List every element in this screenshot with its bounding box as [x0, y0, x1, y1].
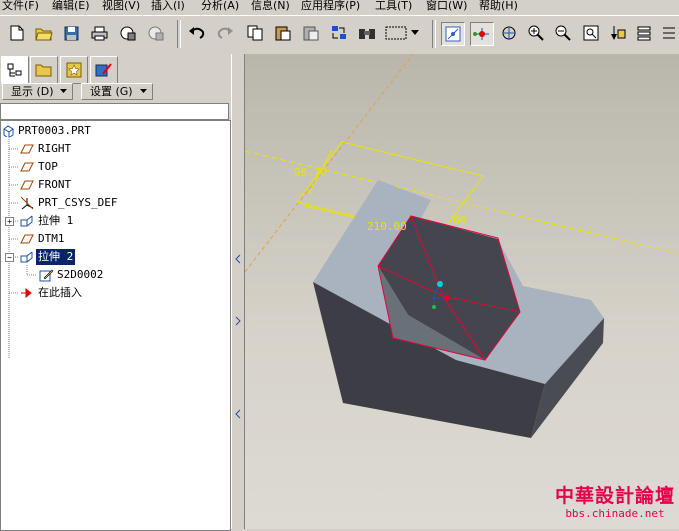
model-graphics: 96.70 210.00 60 — [245, 54, 679, 438]
datum-display-icon[interactable] — [470, 22, 494, 46]
new-icon[interactable] — [6, 22, 28, 44]
display-dropdown[interactable]: 显示 (D) — [2, 83, 73, 100]
collapse-icon[interactable]: − — [5, 253, 14, 262]
regenerate-icon[interactable] — [328, 22, 350, 44]
chevron-down-icon — [140, 89, 147, 93]
expand-right-icon[interactable] — [234, 316, 242, 326]
collapse-left-icon[interactable] — [234, 254, 242, 264]
tab-model-tree[interactable] — [1, 56, 29, 84]
datum-plane-icon — [20, 162, 34, 172]
dimension-label-angle[interactable]: 60 — [453, 214, 466, 227]
settings-dropdown[interactable]: 设置 (G) — [81, 83, 153, 100]
select-dropdown-icon[interactable] — [409, 22, 421, 44]
orient-icon[interactable] — [498, 22, 520, 44]
menu-file[interactable]: 文件(F) — [2, 0, 39, 14]
toolbar — [0, 15, 679, 55]
extrude-icon — [20, 251, 33, 263]
spin-center-icon[interactable] — [441, 22, 465, 46]
undo-icon[interactable] — [186, 22, 208, 44]
csys-marker — [437, 281, 443, 287]
menu-help[interactable]: 帮助(H) — [479, 0, 518, 14]
connections-icon — [95, 63, 112, 77]
print-icon[interactable] — [88, 22, 110, 44]
menu-analysis[interactable]: 分析(A) — [201, 0, 239, 14]
zoom-in-icon[interactable] — [525, 22, 547, 44]
model-tree-panel: 显示 (D) 设置 (G) PRT0003.PRT RIGHT TOP FRON… — [0, 54, 231, 531]
paste-special-icon[interactable] — [300, 22, 322, 44]
dimension-label-width[interactable]: 96.70 — [294, 166, 327, 179]
expand-icon[interactable]: + — [5, 217, 14, 226]
tab-connections[interactable] — [90, 56, 118, 84]
model-tree-icon — [7, 63, 22, 76]
view-manager-icon[interactable] — [607, 22, 629, 44]
sketch-icon — [39, 269, 54, 282]
pin-icon[interactable] — [144, 22, 166, 44]
refit-icon[interactable] — [580, 22, 602, 44]
redo-icon[interactable] — [214, 22, 236, 44]
zoom-out-icon[interactable] — [552, 22, 574, 44]
dimension-label-length[interactable]: 210.00 — [367, 220, 407, 233]
paste-icon[interactable] — [272, 22, 294, 44]
insert-arrow-icon — [21, 288, 32, 298]
watermark-title: 中華設計論壇 — [554, 485, 675, 507]
menu-bar: 文件(F) 编辑(E) 视图(V) 插入(I) 分析(A) 信息(N) 应用程序… — [0, 0, 679, 14]
datum-plane-icon — [20, 144, 34, 154]
watermark: 中華設計論壇 bbs.chinade.net — [555, 485, 675, 521]
graphics-viewport[interactable]: 96.70 210.00 60 中華設計論壇 bbs.chinade.net — [245, 54, 679, 529]
panel-splitter[interactable] — [231, 54, 245, 529]
datum-plane-icon — [20, 180, 34, 190]
save-icon[interactable] — [60, 22, 82, 44]
lock-icon[interactable] — [116, 22, 138, 44]
folder-icon — [35, 64, 52, 77]
part-icon — [3, 125, 14, 137]
menu-applications[interactable]: 应用程序(P) — [301, 0, 360, 14]
menu-window[interactable]: 窗口(W) — [426, 0, 467, 14]
menu-insert[interactable]: 插入(I) — [151, 0, 185, 14]
menu-edit[interactable]: 编辑(E) — [52, 0, 90, 14]
tab-favorites[interactable] — [60, 56, 88, 84]
select-box-icon[interactable] — [383, 22, 409, 44]
menu-view[interactable]: 视图(V) — [102, 0, 140, 14]
find-icon[interactable] — [356, 22, 378, 44]
layers-icon[interactable] — [634, 22, 656, 44]
extrude-icon — [20, 215, 33, 227]
menu-info[interactable]: 信息(N) — [251, 0, 290, 14]
tab-folder-browser[interactable] — [30, 56, 58, 84]
chevron-down-icon — [60, 89, 67, 93]
csys-marker — [444, 295, 450, 301]
more-toolbar-icon[interactable] — [660, 22, 678, 44]
csys-icon — [20, 196, 34, 210]
tree-filter-bar — [0, 103, 229, 120]
menu-tools[interactable]: 工具(T) — [375, 0, 412, 14]
favorites-icon — [66, 62, 82, 78]
open-icon[interactable] — [33, 22, 55, 44]
collapse-left-icon[interactable] — [234, 409, 242, 419]
datum-plane-icon — [20, 234, 34, 244]
watermark-url: bbs.chinade.net — [565, 507, 665, 520]
csys-marker — [432, 305, 436, 309]
model-tree: PRT0003.PRT RIGHT TOP FRONT PRT_CSYS_DEF… — [0, 120, 231, 531]
copy-icon[interactable] — [244, 22, 266, 44]
